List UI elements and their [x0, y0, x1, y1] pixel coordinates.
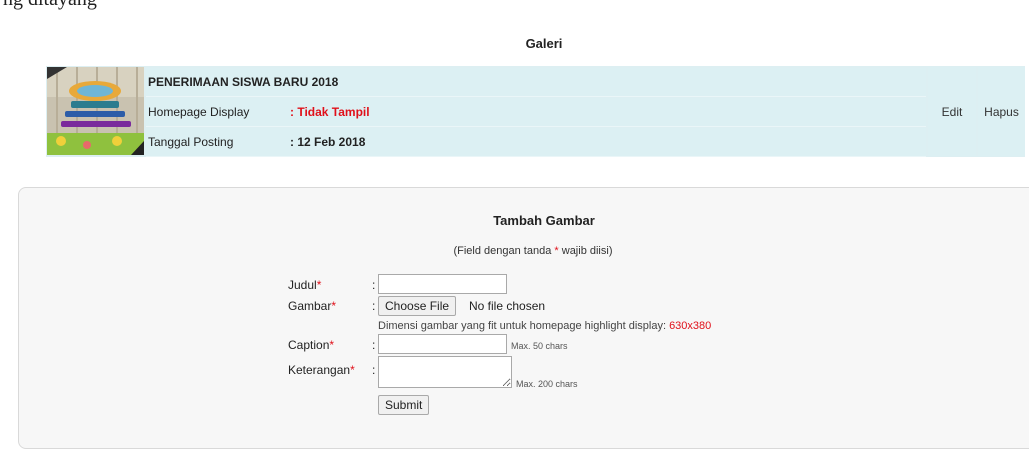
posting-date-row: Tanggal Posting : 12 Feb 2018 — [146, 128, 926, 157]
item-title-row: PENERIMAAN SISWA BARU 2018 — [146, 68, 926, 97]
caption-max-note: Max. 50 chars — [511, 341, 568, 351]
gambar-colon: : — [372, 299, 376, 313]
required-fields-note: (Field dengan tanda * wajib diisi) — [453, 245, 613, 257]
homepage-display-label: Homepage Display — [148, 105, 250, 119]
item-title: PENERIMAAN SISWA BARU 2018 — [148, 75, 339, 89]
gallery-title: Galeri — [525, 36, 563, 51]
posting-date-value: : 12 Feb 2018 — [290, 135, 366, 149]
keterangan-max-note: Max. 200 chars — [516, 379, 578, 389]
delete-link[interactable]: Hapus — [978, 67, 1025, 156]
required-star: * — [554, 245, 559, 257]
judul-colon: : — [372, 278, 376, 292]
caption-input[interactable] — [378, 334, 507, 354]
gallery-thumbnail-image[interactable] — [47, 67, 144, 155]
homepage-display-row: Homepage Display : Tidak Tampil — [146, 98, 926, 127]
keterangan-colon: : — [372, 363, 376, 377]
judul-label: Judul* — [288, 278, 322, 292]
image-dimension-hint: Dimensi gambar yang fit untuk homepage h… — [378, 320, 712, 332]
caption-colon: : — [372, 338, 376, 352]
caption-label: Caption* — [288, 338, 335, 352]
homepage-display-value: : Tidak Tampil — [290, 105, 370, 119]
edit-link[interactable]: Edit — [928, 67, 976, 156]
file-status-text: No file chosen — [469, 299, 546, 313]
judul-input[interactable] — [378, 274, 507, 294]
gallery-item-row: PENERIMAAN SISWA BARU 2018 Homepage Disp… — [46, 66, 1025, 157]
truncated-page-text: ng ditayang — [3, 0, 97, 11]
gallery-item-details: PENERIMAAN SISWA BARU 2018 Homepage Disp… — [146, 67, 926, 157]
image-dimension-value: 630x380 — [669, 320, 712, 332]
submit-button[interactable]: Submit — [378, 395, 430, 415]
gambar-label: Gambar* — [288, 299, 337, 313]
choose-file-button[interactable]: Choose File — [378, 296, 457, 316]
keterangan-textarea[interactable] — [378, 356, 512, 388]
form-title: Tambah Gambar — [493, 213, 595, 228]
posting-date-label: Tanggal Posting — [148, 135, 234, 149]
keterangan-label: Keterangan* — [288, 363, 355, 377]
